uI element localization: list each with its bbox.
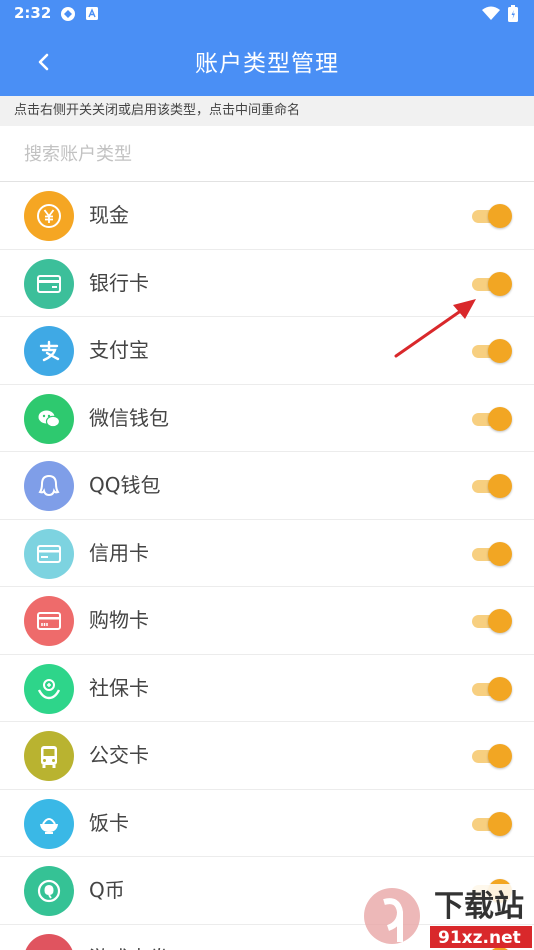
shopping-card-icon bbox=[24, 596, 74, 646]
enable-toggle[interactable] bbox=[472, 204, 512, 228]
account-label[interactable]: 银行卡 bbox=[89, 250, 149, 316]
enable-toggle[interactable] bbox=[472, 744, 512, 768]
toggle-thumb bbox=[488, 406, 512, 431]
list-item[interactable]: 支付宝 bbox=[0, 317, 534, 385]
account-label[interactable]: 信用卡 bbox=[89, 520, 149, 586]
list-item[interactable]: 现金 bbox=[0, 182, 534, 250]
toggle-thumb bbox=[488, 676, 512, 701]
account-label[interactable]: QQ钱包 bbox=[89, 452, 160, 518]
toggle-thumb bbox=[488, 744, 512, 768]
list-item[interactable]: 信用卡 bbox=[0, 520, 534, 587]
hint-text: 点击右侧开关关闭或启用该类型，点击中间重命名 bbox=[0, 96, 534, 126]
wechat-icon bbox=[24, 393, 74, 444]
account-label[interactable]: Q币 bbox=[89, 857, 125, 923]
account-label[interactable]: 游戏点券 bbox=[89, 925, 169, 950]
enable-toggle[interactable] bbox=[472, 339, 512, 363]
sync-icon bbox=[61, 7, 75, 21]
account-label[interactable]: 社保卡 bbox=[89, 655, 149, 721]
alipay-icon bbox=[24, 326, 74, 376]
account-label[interactable]: 支付宝 bbox=[89, 317, 149, 383]
yen-coin-icon bbox=[24, 191, 74, 241]
account-type-list: 现金银行卡支付宝微信钱包QQ钱包信用卡购物卡社保卡公交卡饭卡Q币游戏点券 bbox=[0, 182, 534, 950]
list-item[interactable]: 公交卡 bbox=[0, 722, 534, 790]
wifi-icon bbox=[482, 6, 500, 20]
qq-penguin-icon bbox=[24, 461, 74, 511]
enable-toggle[interactable] bbox=[472, 811, 512, 836]
search-bar bbox=[0, 126, 534, 182]
battery-icon bbox=[508, 5, 518, 22]
toggle-thumb bbox=[488, 541, 512, 566]
page-title: 账户类型管理 bbox=[195, 51, 339, 77]
enable-toggle[interactable] bbox=[472, 676, 512, 701]
toggle-thumb bbox=[488, 339, 512, 363]
toggle-thumb bbox=[488, 474, 512, 498]
bus-icon bbox=[24, 731, 74, 781]
enable-toggle[interactable] bbox=[472, 474, 512, 498]
list-item[interactable]: 购物卡 bbox=[0, 587, 534, 655]
list-item[interactable]: 社保卡 bbox=[0, 655, 534, 722]
list-item[interactable]: QQ钱包 bbox=[0, 452, 534, 520]
app-header: 2:32 账户类型管理 bbox=[0, 0, 534, 96]
rice-bowl-icon bbox=[24, 798, 74, 849]
toggle-thumb bbox=[488, 204, 512, 228]
bank-card-icon bbox=[24, 258, 74, 309]
enable-toggle[interactable] bbox=[472, 406, 512, 431]
enable-toggle[interactable] bbox=[472, 541, 512, 566]
credit-card-icon bbox=[24, 528, 74, 579]
status-bar: 2:32 bbox=[0, 0, 534, 28]
toggle-thumb bbox=[488, 811, 512, 836]
account-label[interactable]: 现金 bbox=[89, 182, 129, 248]
watermark-brand: 下载站 bbox=[434, 889, 524, 924]
status-time: 2:32 bbox=[14, 4, 52, 22]
list-item[interactable]: 饭卡 bbox=[0, 790, 534, 857]
account-label[interactable]: 公交卡 bbox=[89, 722, 149, 788]
notification-a-icon bbox=[86, 7, 98, 20]
toggle-thumb bbox=[488, 609, 512, 633]
list-item[interactable]: 银行卡 bbox=[0, 250, 534, 317]
game-icon bbox=[24, 933, 74, 950]
enable-toggle[interactable] bbox=[472, 271, 512, 296]
account-label[interactable]: 微信钱包 bbox=[89, 385, 169, 451]
watermark-logo: 下载站 91xz.net bbox=[364, 884, 532, 948]
account-label[interactable]: 饭卡 bbox=[89, 790, 129, 856]
toggle-thumb bbox=[488, 271, 512, 296]
watermark-domain: 91xz.net bbox=[438, 928, 521, 948]
list-item[interactable]: 微信钱包 bbox=[0, 385, 534, 452]
enable-toggle[interactable] bbox=[472, 609, 512, 633]
search-input[interactable] bbox=[24, 138, 514, 170]
account-label[interactable]: 购物卡 bbox=[89, 587, 149, 653]
social-security-icon bbox=[24, 663, 74, 714]
q-coin-icon bbox=[24, 866, 74, 916]
